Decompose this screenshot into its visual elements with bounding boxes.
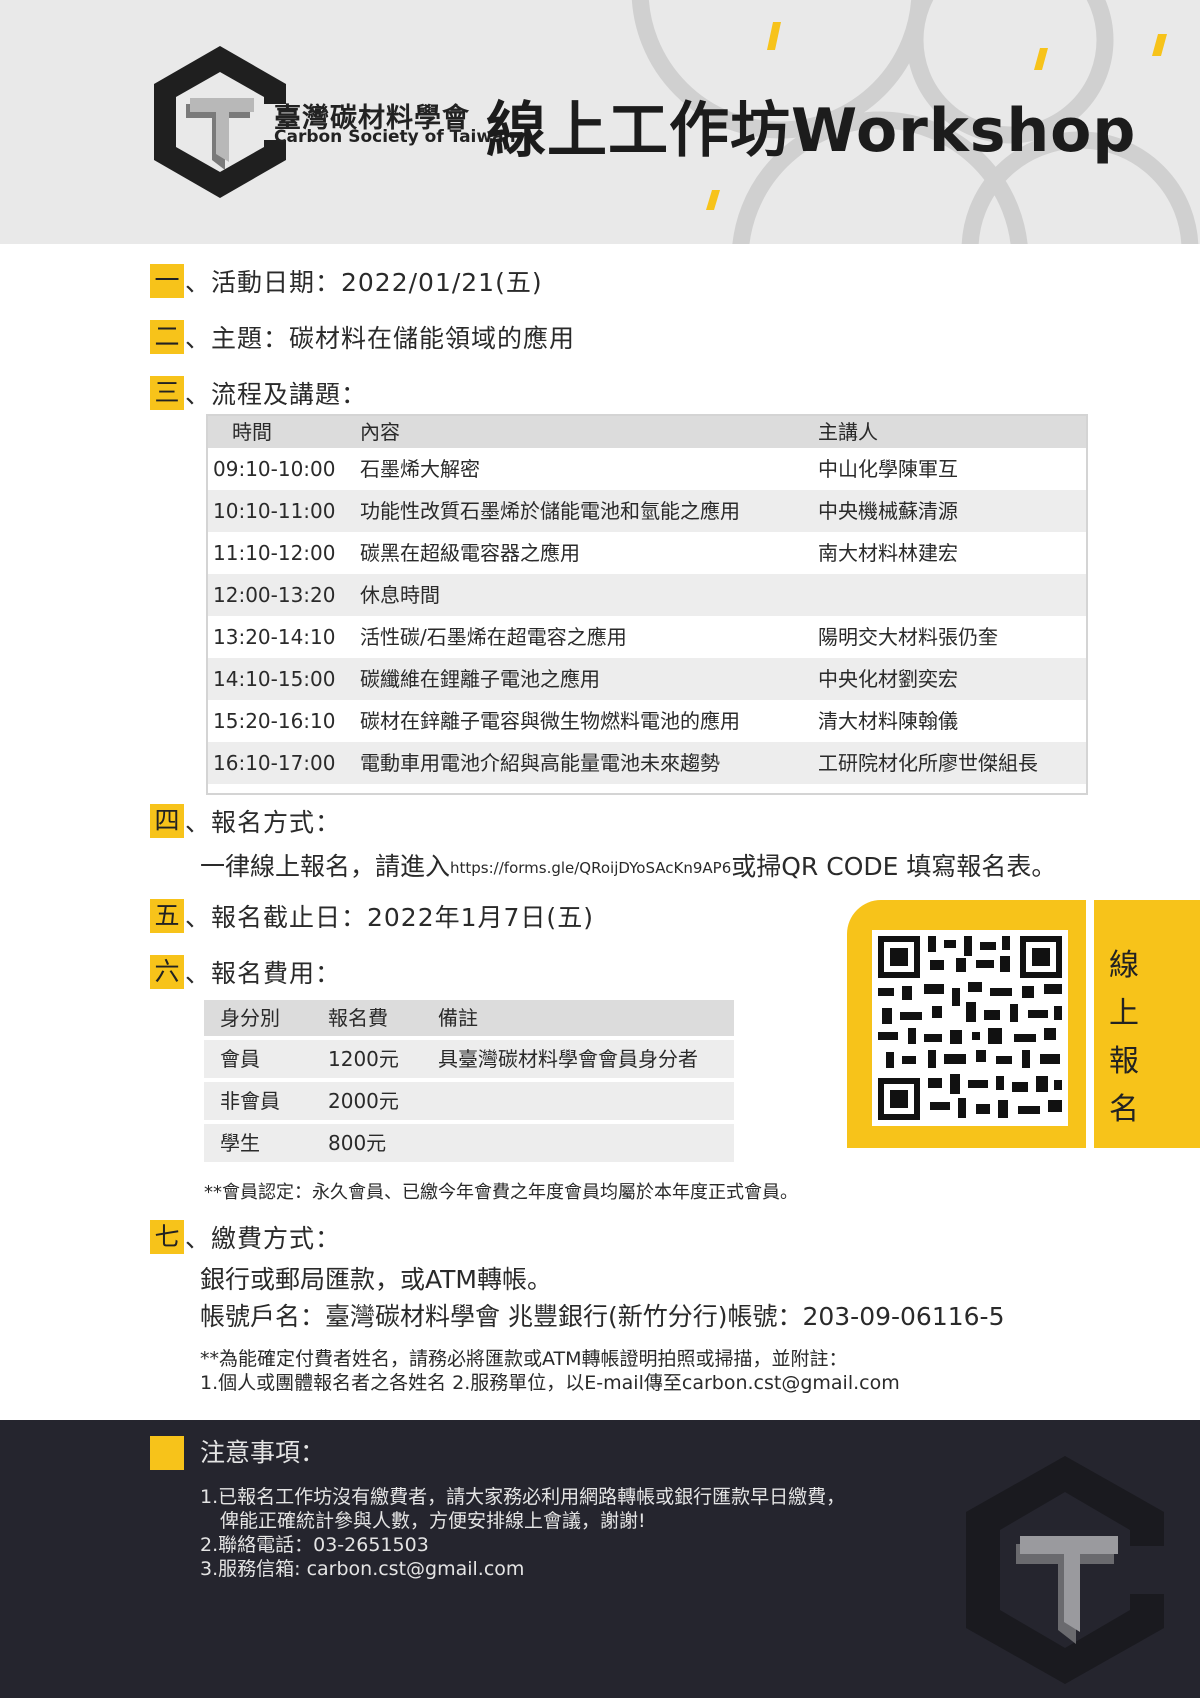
cell-note: 具臺灣碳材料學會會員身分者 <box>438 1047 698 1071</box>
section-text: 、報名費用： <box>185 959 342 988</box>
section-text: 、報名方式： <box>185 808 342 837</box>
cell-content: 活性碳/石墨烯在超電容之應用 <box>360 625 627 649</box>
cell-content: 休息時間 <box>360 583 440 607</box>
cell-type: 會員 <box>220 1047 260 1071</box>
table-row: 10:10-11:00 功能性改質石墨烯於儲能電池和氫能之應用 中央機械蘇清源 <box>208 490 1086 532</box>
cell-speaker: 中央機械蘇清源 <box>818 499 958 523</box>
table-row: 學生 800元 <box>204 1124 734 1162</box>
registration-suffix: 或掃QR CODE 填寫報名表。 <box>731 852 1057 881</box>
section-number: 一 <box>150 264 184 298</box>
table-row: 11:10-12:00 碳黑在超級電容器之應用 南大材料林建宏 <box>208 532 1086 574</box>
org-name-en: Carbon Society of Taiwan <box>274 127 516 147</box>
section-text: 、流程及講題： <box>185 380 368 409</box>
cell-fee: 2000元 <box>328 1089 399 1113</box>
section-text: 、活動日期：2022/01/21(五) <box>185 268 543 297</box>
section-payment: 七、繳費方式： <box>150 1219 342 1254</box>
header-speaker: 主講人 <box>818 420 878 444</box>
footer-logo-watermark <box>966 1456 1170 1684</box>
footer-item-1-cont: 俾能正確統計參與人數，方便安排線上會議，謝謝! <box>220 1510 646 1532</box>
section-date: 一、活動日期：2022/01/21(五) <box>150 263 543 298</box>
payment-note-1: **為能確定付費者姓名，請務必將匯款或ATM轉帳證明拍照或掃描，並附註： <box>200 1348 848 1370</box>
qr-code[interactable] <box>872 930 1068 1126</box>
registration-link[interactable]: https://forms.gle/QRoijDYoSAcKn9AP6 <box>450 859 731 877</box>
fee-footnote: **會員認定：永久會員、已繳今年會費之年度會員均屬於本年度正式會員。 <box>204 1182 798 1203</box>
section-number: 七 <box>150 1220 184 1254</box>
fee-header-row: 身分別 報名費 備註 <box>204 1000 734 1036</box>
cell-time: 14:10-15:00 <box>213 667 336 691</box>
section-number: 六 <box>150 955 184 989</box>
table-row: 14:10-15:00 碳纖維在鋰離子電池之應用 中央化材劉奕宏 <box>208 658 1086 700</box>
section-text: 、繳費方式： <box>185 1224 342 1253</box>
cell-time: 12:00-13:20 <box>213 583 336 607</box>
section-number: 二 <box>150 320 184 354</box>
cell-speaker: 陽明交大材料張仍奎 <box>818 625 998 649</box>
reg-char: 上 <box>1109 996 1139 1031</box>
payment-line-2: 帳號戶名：臺灣碳材料學會 兆豐銀行(新竹分行)帳號：203-09-06116-5 <box>200 1302 1005 1331</box>
header-time: 時間 <box>232 420 272 444</box>
header-content: 內容 <box>360 420 400 444</box>
table-row: 13:20-14:10 活性碳/石墨烯在超電容之應用 陽明交大材料張仍奎 <box>208 616 1086 658</box>
cell-fee: 800元 <box>328 1131 387 1155</box>
table-row: 12:00-13:20 休息時間 <box>208 574 1086 616</box>
cell-content: 功能性改質石墨烯於儲能電池和氫能之應用 <box>360 499 740 523</box>
cell-type: 非會員 <box>220 1089 280 1113</box>
cell-time: 15:20-16:10 <box>213 709 336 733</box>
section-registration-method: 四、報名方式： <box>150 803 342 838</box>
cell-speaker: 工研院材化所廖世傑組長 <box>818 751 1038 775</box>
section-number: 五 <box>150 899 184 933</box>
section-number: 四 <box>150 804 184 838</box>
reg-char: 名 <box>1109 1092 1139 1127</box>
header-note: 備註 <box>438 1006 478 1030</box>
table-row: 16:10-17:00 電動車用電池介紹與高能量電池未來趨勢 工研院材化所廖世傑… <box>208 742 1086 784</box>
table-row: 09:10-10:00 石墨烯大解密 中山化學陳軍互 <box>208 448 1086 490</box>
footer-item-3: 3.服務信箱: carbon.cst@gmail.com <box>200 1558 525 1580</box>
table-row: 會員 1200元 具臺灣碳材料學會會員身分者 <box>204 1040 734 1078</box>
section-number: 三 <box>150 376 184 410</box>
schedule-header-row: 時間 內容 主講人 <box>208 416 1086 448</box>
reg-char: 線 <box>1109 948 1139 983</box>
cell-time: 16:10-17:00 <box>213 751 336 775</box>
registration-instruction: 一律線上報名，請進入https://forms.gle/QRoijDYoSAcK… <box>200 850 1056 885</box>
cell-content: 碳黑在超級電容器之應用 <box>360 541 580 565</box>
cell-content: 碳材在鋅離子電容與微生物燃料電池的應用 <box>360 709 740 733</box>
header-banner: 臺灣碳材料學會 Carbon Society of Taiwan 線上工作坊Wo… <box>0 0 1200 244</box>
footer-title-marker <box>150 1436 184 1470</box>
cell-content: 電動車用電池介紹與高能量電池未來趨勢 <box>360 751 720 775</box>
society-logo <box>154 46 290 198</box>
footer-title: 注意事項： <box>200 1438 326 1467</box>
cell-time: 13:20-14:10 <box>213 625 336 649</box>
payment-note-2: 1.個人或團體報名者之各姓名 2.服務單位，以E-mail傳至carbon.cs… <box>200 1372 900 1394</box>
online-registration-label: 線 上 報 名 <box>1094 900 1200 1148</box>
section-fees: 六、報名費用： <box>150 954 342 989</box>
footer-item-2: 2.聯絡電話：03-2651503 <box>200 1534 429 1556</box>
cell-time: 10:10-11:00 <box>213 499 336 523</box>
cell-content: 碳纖維在鋰離子電池之應用 <box>360 667 600 691</box>
cell-time: 11:10-12:00 <box>213 541 336 565</box>
header-fee: 報名費 <box>328 1006 388 1030</box>
cell-type: 學生 <box>220 1131 260 1155</box>
section-text: 、報名截止日：2022年1月7日(五) <box>185 903 594 932</box>
section-text: 、主題：碳材料在儲能領域的應用 <box>185 324 576 353</box>
section-topic: 二、主題：碳材料在儲能領域的應用 <box>150 319 576 354</box>
footer-notes: 注意事項： 1.已報名工作坊沒有繳費者，請大家務必利用網路轉帳或銀行匯款早日繳費… <box>0 1420 1200 1698</box>
footer-item-1: 1.已報名工作坊沒有繳費者，請大家務必利用網路轉帳或銀行匯款早日繳費， <box>200 1486 846 1508</box>
cell-fee: 1200元 <box>328 1047 399 1071</box>
cell-time: 09:10-10:00 <box>213 457 336 481</box>
cell-speaker: 中山化學陳軍互 <box>818 457 958 481</box>
cell-speaker: 南大材料林建宏 <box>818 541 958 565</box>
cell-speaker: 中央化材劉奕宏 <box>818 667 958 691</box>
table-row: 非會員 2000元 <box>204 1082 734 1120</box>
table-row: 15:20-16:10 碳材在鋅離子電容與微生物燃料電池的應用 清大材料陳翰儀 <box>208 700 1086 742</box>
cell-speaker: 清大材料陳翰儀 <box>818 709 958 733</box>
schedule-table: 時間 內容 主講人 09:10-10:00 石墨烯大解密 中山化學陳軍互 10:… <box>206 414 1088 795</box>
cell-content: 石墨烯大解密 <box>360 457 480 481</box>
section-agenda: 三、流程及講題： <box>150 375 368 410</box>
section-deadline: 五、報名截止日：2022年1月7日(五) <box>150 898 594 933</box>
page-title: 線上工作坊Workshop <box>486 96 1137 166</box>
payment-line-1: 銀行或郵局匯款，或ATM轉帳。 <box>200 1265 553 1294</box>
registration-prefix: 一律線上報名，請進入 <box>200 852 451 881</box>
header-type: 身分別 <box>220 1006 280 1030</box>
reg-char: 報 <box>1109 1044 1139 1079</box>
